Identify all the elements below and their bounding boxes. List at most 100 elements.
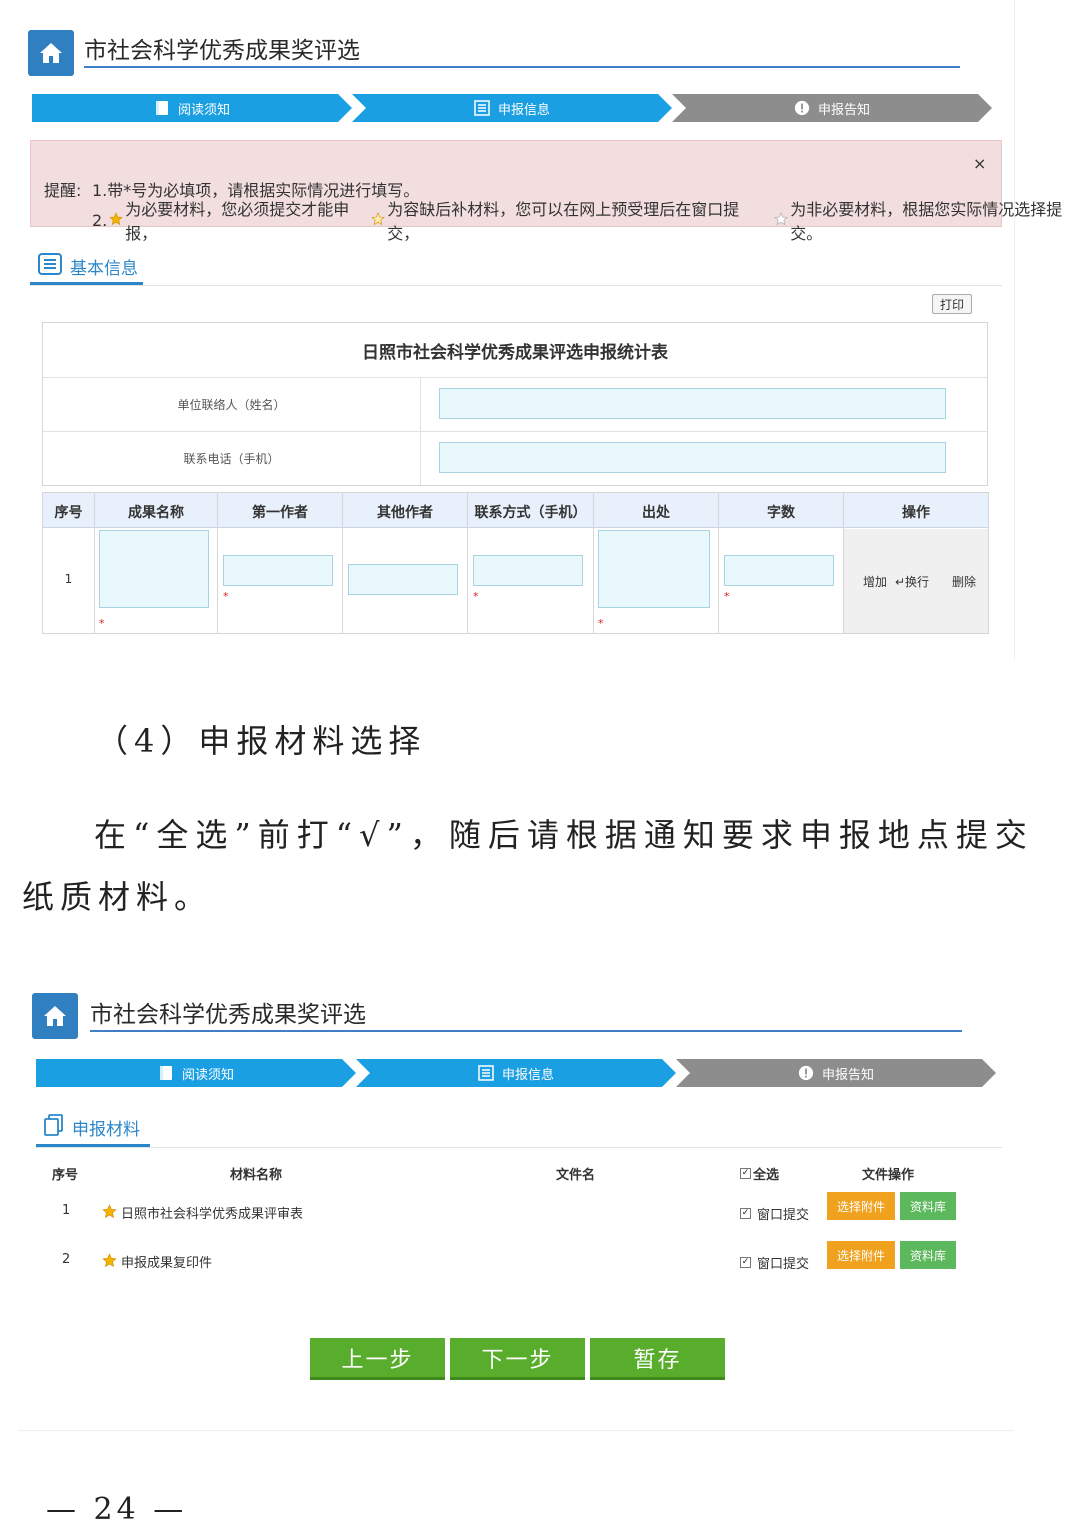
list-icon [478, 1064, 494, 1082]
doc-paragraph-line-1: 在“全选”前打“√”，随后请根据通知要求申报地点提交 [94, 816, 1034, 854]
row-index: 2 [62, 1252, 71, 1267]
alert-line-2: 2. 为必要材料，您必须提交才能申报， 为容缺后补材料，您可以在网上预受理后在窗… [92, 196, 1080, 244]
divider [43, 431, 987, 432]
section-divider [36, 1147, 1002, 1148]
step-read-notice[interactable]: 阅读须知 [32, 94, 352, 122]
source-textarea[interactable] [598, 530, 710, 608]
material-name: 日照市社会科学优秀成果评审表 [121, 1207, 304, 1222]
save-draft-button[interactable]: 暂存 [590, 1338, 725, 1380]
window-submit-option[interactable]: ✓ 窗口提交 [740, 1204, 809, 1223]
step-label: 阅读须知 [181, 1067, 234, 1083]
required-mark: * [223, 590, 229, 603]
column-header-index: 序号 [52, 1168, 79, 1183]
title-textarea[interactable] [99, 530, 209, 608]
column-header-source: 出处 [642, 505, 670, 521]
star-filled-icon [109, 211, 123, 230]
print-button[interactable]: 打印 [932, 294, 972, 314]
alert-line-2-c: 为容缺后补材料，您可以在网上预受理后在窗口提交， [387, 200, 740, 243]
divider [420, 378, 421, 485]
step-application-info[interactable]: 申报信息 [356, 1059, 676, 1087]
column-header-file-ops: 文件操作 [862, 1168, 915, 1183]
select-all-checkbox[interactable]: ✓ 全选 [740, 1164, 779, 1183]
column-header-file-name: 文件名 [556, 1168, 596, 1183]
doc-paragraph-line-2: 纸质材料。 [22, 878, 213, 916]
star-required-icon [102, 1204, 117, 1223]
column-header-first-author: 第一作者 [252, 505, 308, 521]
column-header-title: 成果名称 [128, 505, 184, 521]
step-application-info[interactable]: 申报信息 [352, 94, 672, 122]
step-label: 阅读须知 [177, 102, 230, 118]
material-name: 申报成果复印件 [121, 1256, 213, 1271]
document-icon [154, 99, 170, 117]
exclamation-icon [794, 99, 810, 117]
add-row-link[interactable]: 增加 [863, 573, 887, 590]
step-label: 申报信息 [497, 102, 550, 118]
section-title: 基本信息 [70, 259, 138, 279]
word-count-input[interactable] [724, 555, 834, 586]
contact-phone-label: 联系电话（手机） [183, 452, 280, 466]
window-submit-label: 窗口提交 [757, 1208, 810, 1223]
page-title: 市社会科学优秀成果奖评选 [90, 1002, 366, 1028]
required-mark: * [598, 617, 604, 630]
title-underline [90, 1030, 962, 1032]
step-application-notice[interactable]: 申报告知 [676, 1059, 996, 1087]
wrap-link[interactable]: ↵换行 [895, 573, 929, 590]
next-step-button[interactable]: 下一步 [450, 1338, 585, 1380]
window-submit-option[interactable]: ✓ 窗口提交 [740, 1253, 809, 1272]
contact-name-label: 单位联络人（姓名） [177, 398, 286, 412]
list-icon [474, 99, 490, 117]
step-label: 申报告知 [817, 102, 870, 118]
checkbox-checked[interactable]: ✓ [740, 1257, 751, 1268]
alert-line-2-d: 为非必要材料，根据您实际情况选择提交。 [790, 200, 1063, 243]
select-attachment-button[interactable]: 选择附件 [827, 1241, 895, 1269]
checkbox-checked[interactable]: ✓ [740, 1168, 751, 1179]
row-index: 1 [62, 1203, 71, 1218]
column-header-word-count: 字数 [767, 505, 795, 521]
window-submit-label: 窗口提交 [757, 1257, 810, 1272]
doc-heading: （4）申报材料选择 [96, 722, 427, 760]
contact-name-input[interactable] [439, 388, 946, 419]
previous-step-button[interactable]: 上一步 [310, 1338, 445, 1380]
section-basic-info[interactable]: 基本信息 [38, 253, 138, 280]
row-index: 1 [64, 572, 73, 586]
step-label: 申报信息 [501, 1067, 554, 1083]
home-icon[interactable] [32, 993, 78, 1039]
divider [43, 377, 987, 378]
select-attachment-button[interactable]: 选择附件 [827, 1192, 895, 1220]
section-divider [30, 285, 1002, 286]
required-mark: * [99, 617, 105, 630]
star-half-icon [371, 211, 385, 230]
step-read-notice[interactable]: 阅读须知 [36, 1059, 356, 1087]
alert-prefix: 提醒: [44, 181, 82, 200]
column-header-contact: 联系方式（手机） [474, 505, 587, 521]
contact-phone-input[interactable] [439, 442, 946, 473]
copy-icon [44, 1114, 64, 1141]
table-title: 日照市社会科学优秀成果评选申报统计表 [362, 343, 668, 363]
alert-line-2-b: 为必要材料，您必须提交才能申报， [125, 200, 350, 243]
other-authors-input[interactable] [348, 564, 458, 595]
library-button[interactable]: 资料库 [900, 1241, 956, 1269]
section-title: 申报材料 [72, 1120, 140, 1140]
column-header-actions: 操作 [902, 505, 930, 521]
page-title: 市社会科学优秀成果奖评选 [84, 38, 360, 64]
column-header-index: 序号 [54, 505, 83, 521]
close-icon[interactable]: × [973, 154, 986, 173]
section-materials[interactable]: 申报材料 [44, 1114, 140, 1141]
star-required-icon [102, 1253, 117, 1272]
delete-row-link[interactable]: 删除 [952, 573, 976, 590]
form-icon [38, 253, 62, 280]
step-label: 申报告知 [821, 1067, 874, 1083]
required-mark: * [473, 590, 479, 603]
page-number: — 24 — [46, 1492, 188, 1527]
checkbox-checked[interactable]: ✓ [740, 1208, 751, 1219]
first-author-input[interactable] [223, 555, 333, 586]
step-application-notice[interactable]: 申报告知 [672, 94, 992, 122]
home-icon[interactable] [28, 30, 74, 76]
exclamation-icon [798, 1064, 814, 1082]
library-button[interactable]: 资料库 [900, 1192, 956, 1220]
document-icon [158, 1064, 174, 1082]
star-empty-icon [774, 211, 789, 230]
column-header-other-authors: 其他作者 [377, 505, 433, 521]
column-header-material-name: 材料名称 [230, 1168, 283, 1183]
contact-input[interactable] [473, 555, 583, 586]
